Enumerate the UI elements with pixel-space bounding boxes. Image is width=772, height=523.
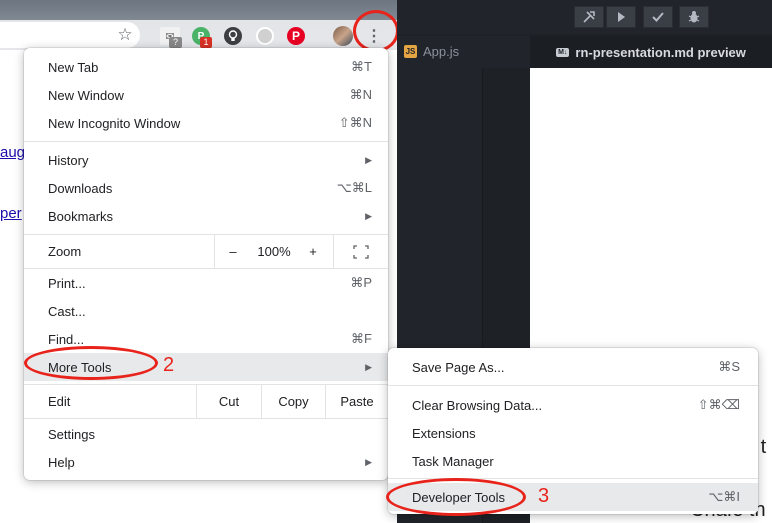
menu-item-help[interactable]: Help ▶ <box>24 448 388 476</box>
menu-item-label: History <box>48 152 89 168</box>
edit-label: Edit <box>48 394 71 409</box>
circle-extension-icon[interactable] <box>256 27 274 45</box>
zoom-label: Zoom <box>48 244 82 259</box>
menu-item-shortcut: ⇧⌘⌫ <box>697 397 740 412</box>
menu-item-shortcut: ⌘S <box>718 359 740 374</box>
menu-item-downloads[interactable]: Downloads ⌥⌘L <box>24 174 388 202</box>
page-link[interactable]: per <box>0 205 22 222</box>
submenu-item-task-manager[interactable]: Task Manager <box>388 447 758 475</box>
zoom-out-button[interactable]: – <box>216 235 250 268</box>
annotation-circle-developer-tools <box>386 478 526 516</box>
menu-item-label: Cast... <box>48 303 86 319</box>
profile-avatar[interactable] <box>333 26 353 46</box>
menu-separator <box>24 141 388 142</box>
menu-item-shortcut: ⌘T <box>351 59 372 74</box>
gmail-badge: ? <box>169 37 182 48</box>
menu-row-zoom: Zoom – 100% + <box>24 235 388 268</box>
menu-item-shortcut: ⌥⌘L <box>336 180 372 195</box>
annotation-circle-menu-button <box>353 10 399 52</box>
run-icon[interactable] <box>606 6 636 28</box>
menu-item-shortcut: ⌘N <box>349 87 372 102</box>
debug-icon[interactable] <box>679 6 709 28</box>
menu-item-settings[interactable]: Settings <box>24 420 388 448</box>
cut-button[interactable]: Cut <box>197 385 261 418</box>
tab-label: App.js <box>423 44 460 59</box>
copy-button[interactable]: Copy <box>262 385 325 418</box>
menu-item-shortcut: ⇧⌘N <box>338 115 372 130</box>
menu-separator <box>214 235 215 268</box>
menu-item-label: Bookmarks <box>48 208 114 224</box>
menu-item-shortcut: ⌥⌘I <box>708 489 740 504</box>
menu-item-label: New Tab <box>48 59 99 75</box>
menu-item-label: Extensions <box>412 425 476 441</box>
menu-item-history[interactable]: History ▶ <box>24 146 388 174</box>
menu-item-label: Help <box>48 454 75 470</box>
submenu-arrow-icon: ▶ <box>365 456 372 467</box>
menu-item-new-window[interactable]: New Window ⌘N <box>24 81 388 109</box>
tab-markdown-preview[interactable]: M↓ rn-presentation.md preview <box>530 36 772 68</box>
menu-item-new-incognito-window[interactable]: New Incognito Window ⇧⌘N <box>24 109 388 137</box>
menu-separator <box>388 385 758 386</box>
lightbulb-extension-icon[interactable] <box>224 27 242 45</box>
annotation-step-2: 2 <box>163 354 175 376</box>
menu-item-new-tab[interactable]: New Tab ⌘T <box>24 53 388 81</box>
build-tools-icon[interactable] <box>574 6 604 28</box>
pinterest-extension-icon[interactable]: P <box>287 27 305 45</box>
menu-item-shortcut: ⌘P <box>350 275 372 290</box>
page-link[interactable]: aug <box>0 144 25 161</box>
menu-item-shortcut: ⌘F <box>351 331 372 346</box>
annotation-circle-more-tools <box>24 346 158 380</box>
zoom-level-value: 100% <box>257 244 291 259</box>
menu-item-label: Find... <box>48 331 85 347</box>
menu-item-label: New Incognito Window <box>48 115 181 131</box>
submenu-arrow-icon: ▶ <box>365 210 372 221</box>
menu-item-label: Print... <box>48 275 86 291</box>
submenu-item-save-page-as[interactable]: Save Page As... ⌘S <box>388 353 758 381</box>
fullscreen-icon <box>353 244 369 259</box>
annotation-step-3: 3 <box>538 485 550 507</box>
submenu-item-clear-browsing-data[interactable]: Clear Browsing Data... ⇧⌘⌫ <box>388 391 758 419</box>
markdown-file-icon: M↓ <box>556 47 570 57</box>
submenu-item-extensions[interactable]: Extensions <box>388 419 758 447</box>
submenu-arrow-icon: ▶ <box>365 154 372 165</box>
pushbullet-badge: 1 <box>200 37 212 48</box>
paste-button[interactable]: Paste <box>326 385 388 418</box>
menu-item-cast[interactable]: Cast... <box>24 297 388 325</box>
menu-item-label: Clear Browsing Data... <box>412 397 543 413</box>
tab-app-js[interactable]: JS App.js <box>404 44 459 59</box>
menu-item-label: Save Page As... <box>412 359 505 375</box>
menu-row-edit: Edit Cut Copy Paste <box>24 385 388 418</box>
menu-item-label: Downloads <box>48 180 113 196</box>
menu-item-print[interactable]: Print... ⌘P <box>24 269 388 297</box>
tab-label: rn-presentation.md preview <box>575 44 746 60</box>
chrome-main-menu: New Tab ⌘T New Window ⌘N New Incognito W… <box>24 48 388 480</box>
menu-item-label: New Window <box>48 87 124 103</box>
submenu-arrow-icon: ▶ <box>365 361 372 372</box>
menu-item-label: Task Manager <box>412 453 494 469</box>
menu-item-bookmarks[interactable]: Bookmarks ▶ <box>24 202 388 230</box>
check-icon[interactable] <box>643 6 673 28</box>
menu-separator <box>24 418 388 419</box>
fullscreen-button[interactable] <box>334 235 388 268</box>
javascript-file-icon: JS <box>404 45 417 58</box>
zoom-in-button[interactable]: + <box>298 235 328 268</box>
bookmark-star-icon[interactable]: ☆ <box>116 25 134 44</box>
menu-item-label: Settings <box>48 426 95 442</box>
